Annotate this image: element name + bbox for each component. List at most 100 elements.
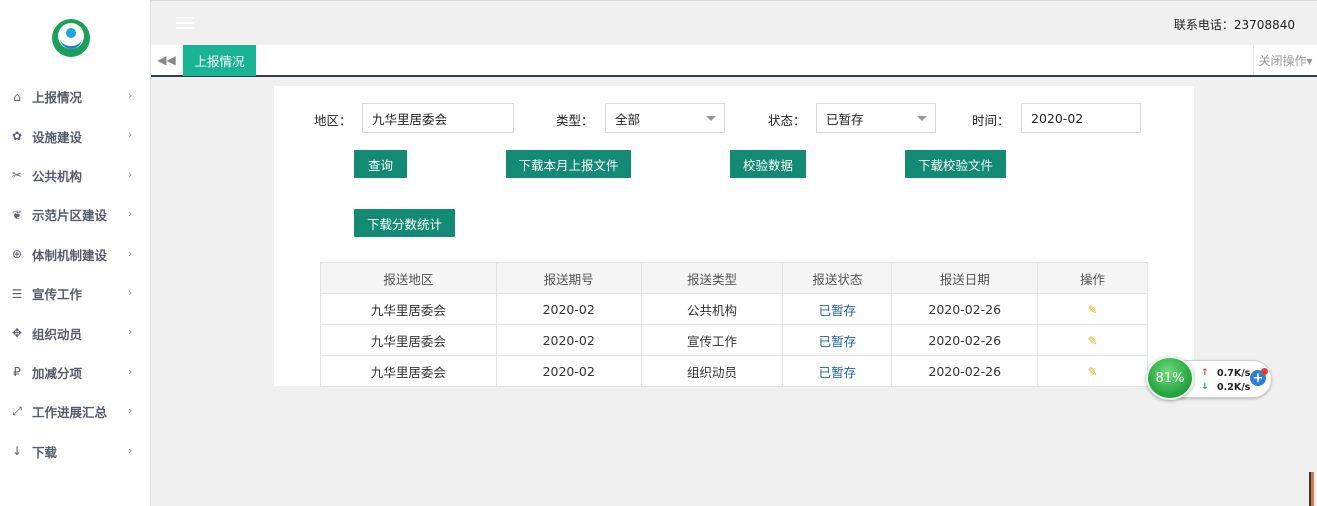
sidebar-item-label: 工作进展汇总	[32, 405, 108, 421]
cell-region: 九华里居委会	[320, 293, 497, 325]
status-link[interactable]: 已暂存	[819, 303, 857, 318]
lifebuoy-icon: ⊕	[11, 247, 23, 262]
download-speed-value: 0.2K/s	[1217, 382, 1251, 393]
chevron-right-icon: ›	[128, 128, 133, 142]
table-header-row: 报送地区 报送期号 报送类型 报送状态 报送日期 操作	[320, 262, 1148, 294]
cell-period: 2020-02	[495, 355, 642, 387]
cell-date: 2020-02-26	[891, 355, 1039, 387]
close-operations-dropdown[interactable]: 关闭操作▾	[1253, 45, 1317, 75]
app-window: ⌂ 上报情况 › ✿ 设施建设 › ✂ 公共机构 › ❦ 示范片区建设 › ⊕ 体制机制建设 › ☰ 宣传工作 ›…	[0, 0, 1317, 506]
sidebar-item-label: 组织动员	[32, 326, 83, 342]
chevron-right-icon: ›	[128, 167, 133, 181]
tab-scroll-left-icon[interactable]: ◀◀	[151, 45, 183, 75]
ruble-icon: ₽	[13, 365, 21, 380]
download-speed: ↓ 0.2K/s	[1201, 382, 1251, 393]
status-label: 状态：	[768, 113, 806, 128]
sidebar-item-0[interactable]: ⌂ 上报情况 ›	[0, 77, 150, 116]
pencil-edit-icon[interactable]: ✎	[1088, 365, 1098, 379]
cell-type: 宣传工作	[640, 324, 784, 356]
table-body: 九华里居委会 2020-02 公共机构 已暂存 2020-02-26 ✎ 九华里居委会 202…	[320, 293, 1148, 387]
column-header: 报送类型	[640, 262, 784, 294]
cell-region: 九华里居委会	[320, 355, 497, 387]
status-select[interactable]: 已暂存	[816, 103, 936, 133]
type-select[interactable]: 全部	[605, 103, 725, 133]
chevron-right-icon: ›	[128, 207, 133, 221]
pencil-edit-icon[interactable]: ✎	[1088, 334, 1098, 348]
sidebar-item-8[interactable]: ⤢ 工作进展汇总 ›	[0, 392, 150, 431]
time-input-value: 2020-02	[1031, 110, 1084, 126]
chevron-down-icon	[706, 116, 716, 121]
status-link[interactable]: 已暂存	[819, 365, 857, 380]
report-panel: 地区： 九华里居委会 类型： 全部 状态： 已暂存 时间： 2020-02 查询…	[274, 86, 1194, 387]
sidebar-item-1[interactable]: ✿ 设施建设 ›	[0, 116, 150, 155]
pencil-edit-icon[interactable]: ✎	[1088, 303, 1098, 317]
cell-actions: ✎	[1037, 324, 1148, 356]
page-scrollbar[interactable]	[1309, 472, 1314, 506]
sidebar-item-label: 设施建设	[32, 129, 83, 145]
sidebar-item-7[interactable]: ₽ 加减分项 ›	[0, 353, 150, 392]
scissors-icon: ✂	[11, 168, 23, 183]
cell-actions: ✎	[1037, 293, 1148, 325]
network-speed-widget[interactable]: ↑ 0.7K/s ↓ 0.2K/s 81% +	[1146, 356, 1274, 400]
list-icon: ☰	[11, 286, 23, 301]
time-input[interactable]: 2020-02	[1021, 103, 1141, 133]
query-button[interactable]: 查询	[354, 150, 407, 178]
chevron-right-icon: ›	[128, 246, 133, 260]
validate-data-button[interactable]: 校验数据	[730, 150, 806, 178]
table-row: 九华里居委会 2020-02 宣传工作 已暂存 2020-02-26 ✎	[320, 324, 1148, 356]
sidebar-item-9[interactable]: ↓ 下载 ›	[0, 432, 150, 471]
sidebar-item-6[interactable]: ✥ 组织动员 ›	[0, 313, 150, 352]
region-input[interactable]: 九华里居委会	[362, 103, 514, 133]
download-month-report-button[interactable]: 下载本月上报文件	[506, 150, 631, 178]
cell-date: 2020-02-26	[891, 324, 1039, 356]
hamburger-menu-icon[interactable]	[176, 17, 194, 31]
leaf-icon: ❦	[11, 207, 23, 222]
sidebar-item-2[interactable]: ✂ 公共机构 ›	[0, 156, 150, 195]
sidebar-item-3[interactable]: ❦ 示范片区建设 ›	[0, 195, 150, 234]
chevron-down-icon	[917, 116, 927, 121]
upload-arrow-icon: ↑	[1201, 368, 1209, 378]
cell-actions: ✎	[1037, 355, 1148, 387]
sidebar-item-label: 体制机制建设	[32, 247, 108, 263]
home-icon: ⌂	[13, 89, 21, 104]
sidebar-item-label: 上报情况	[32, 90, 83, 106]
main-content: 地区： 九华里居委会 类型： 全部 状态： 已暂存 时间： 2020-02 查询…	[158, 86, 1309, 506]
table-row: 九华里居委会 2020-02 公共机构 已暂存 2020-02-26 ✎	[320, 293, 1148, 325]
sidebar-item-label: 公共机构	[32, 168, 83, 184]
column-header: 报送日期	[891, 262, 1039, 294]
upload-speed-value: 0.7K/s	[1217, 368, 1251, 379]
chevron-right-icon: ›	[128, 89, 133, 102]
sidebar-item-5[interactable]: ☰ 宣传工作 ›	[0, 274, 150, 313]
column-header: 报送地区	[320, 262, 497, 294]
sidebar-item-4[interactable]: ⊕ 体制机制建设 ›	[0, 235, 150, 274]
memory-usage-ball[interactable]: 81%	[1146, 356, 1194, 400]
sidebar-item-label: 加减分项	[32, 365, 83, 381]
report-table: 报送地区 报送期号 报送类型 报送状态 报送日期 操作 九华里居委会 2020-0…	[320, 262, 1148, 387]
sidebar: ⌂ 上报情况 › ✿ 设施建设 › ✂ 公共机构 › ❦ 示范片区建设 › ⊕ 体制机制建设 › ☰ 宣传工作 ›…	[0, 0, 151, 506]
tab-bar: ◀◀ 上报情况 关闭操作▾	[151, 45, 1317, 77]
cell-status: 已暂存	[782, 324, 893, 356]
column-header: 报送状态	[782, 262, 893, 294]
tab-report-status[interactable]: 上报情况	[183, 45, 256, 76]
cell-period: 2020-02	[495, 293, 642, 325]
cell-region: 九华里居委会	[320, 324, 497, 356]
logo-icon	[52, 19, 90, 57]
chevron-right-icon: ›	[128, 325, 133, 339]
status-link[interactable]: 已暂存	[819, 334, 857, 349]
upload-speed: ↑ 0.7K/s	[1201, 368, 1251, 379]
download-score-stats-button[interactable]: 下载分数统计	[354, 209, 455, 237]
notification-dot	[1261, 368, 1268, 375]
type-select-value: 全部	[615, 111, 641, 127]
sidebar-menu: ⌂ 上报情况 › ✿ 设施建设 › ✂ 公共机构 › ❦ 示范片区建设 › ⊕ 体制机制建设 › ☰ 宣传工作 ›…	[0, 77, 150, 471]
top-bar: 联系电话：23708840	[151, 0, 1317, 46]
chevron-right-icon: ›	[128, 364, 133, 378]
contact-phone: 联系电话：23708840	[1173, 18, 1295, 32]
download-validation-file-button[interactable]: 下载校验文件	[905, 150, 1006, 178]
users-icon: ✥	[11, 326, 23, 341]
sidebar-item-label: 示范片区建设	[32, 208, 108, 224]
cell-type: 组织动员	[640, 355, 784, 387]
cell-period: 2020-02	[495, 324, 642, 356]
gear-icon: ✿	[11, 129, 23, 144]
table-row: 九华里居委会 2020-02 组织动员 已暂存 2020-02-26 ✎	[320, 355, 1148, 387]
sidebar-item-label: 下载	[32, 444, 58, 460]
